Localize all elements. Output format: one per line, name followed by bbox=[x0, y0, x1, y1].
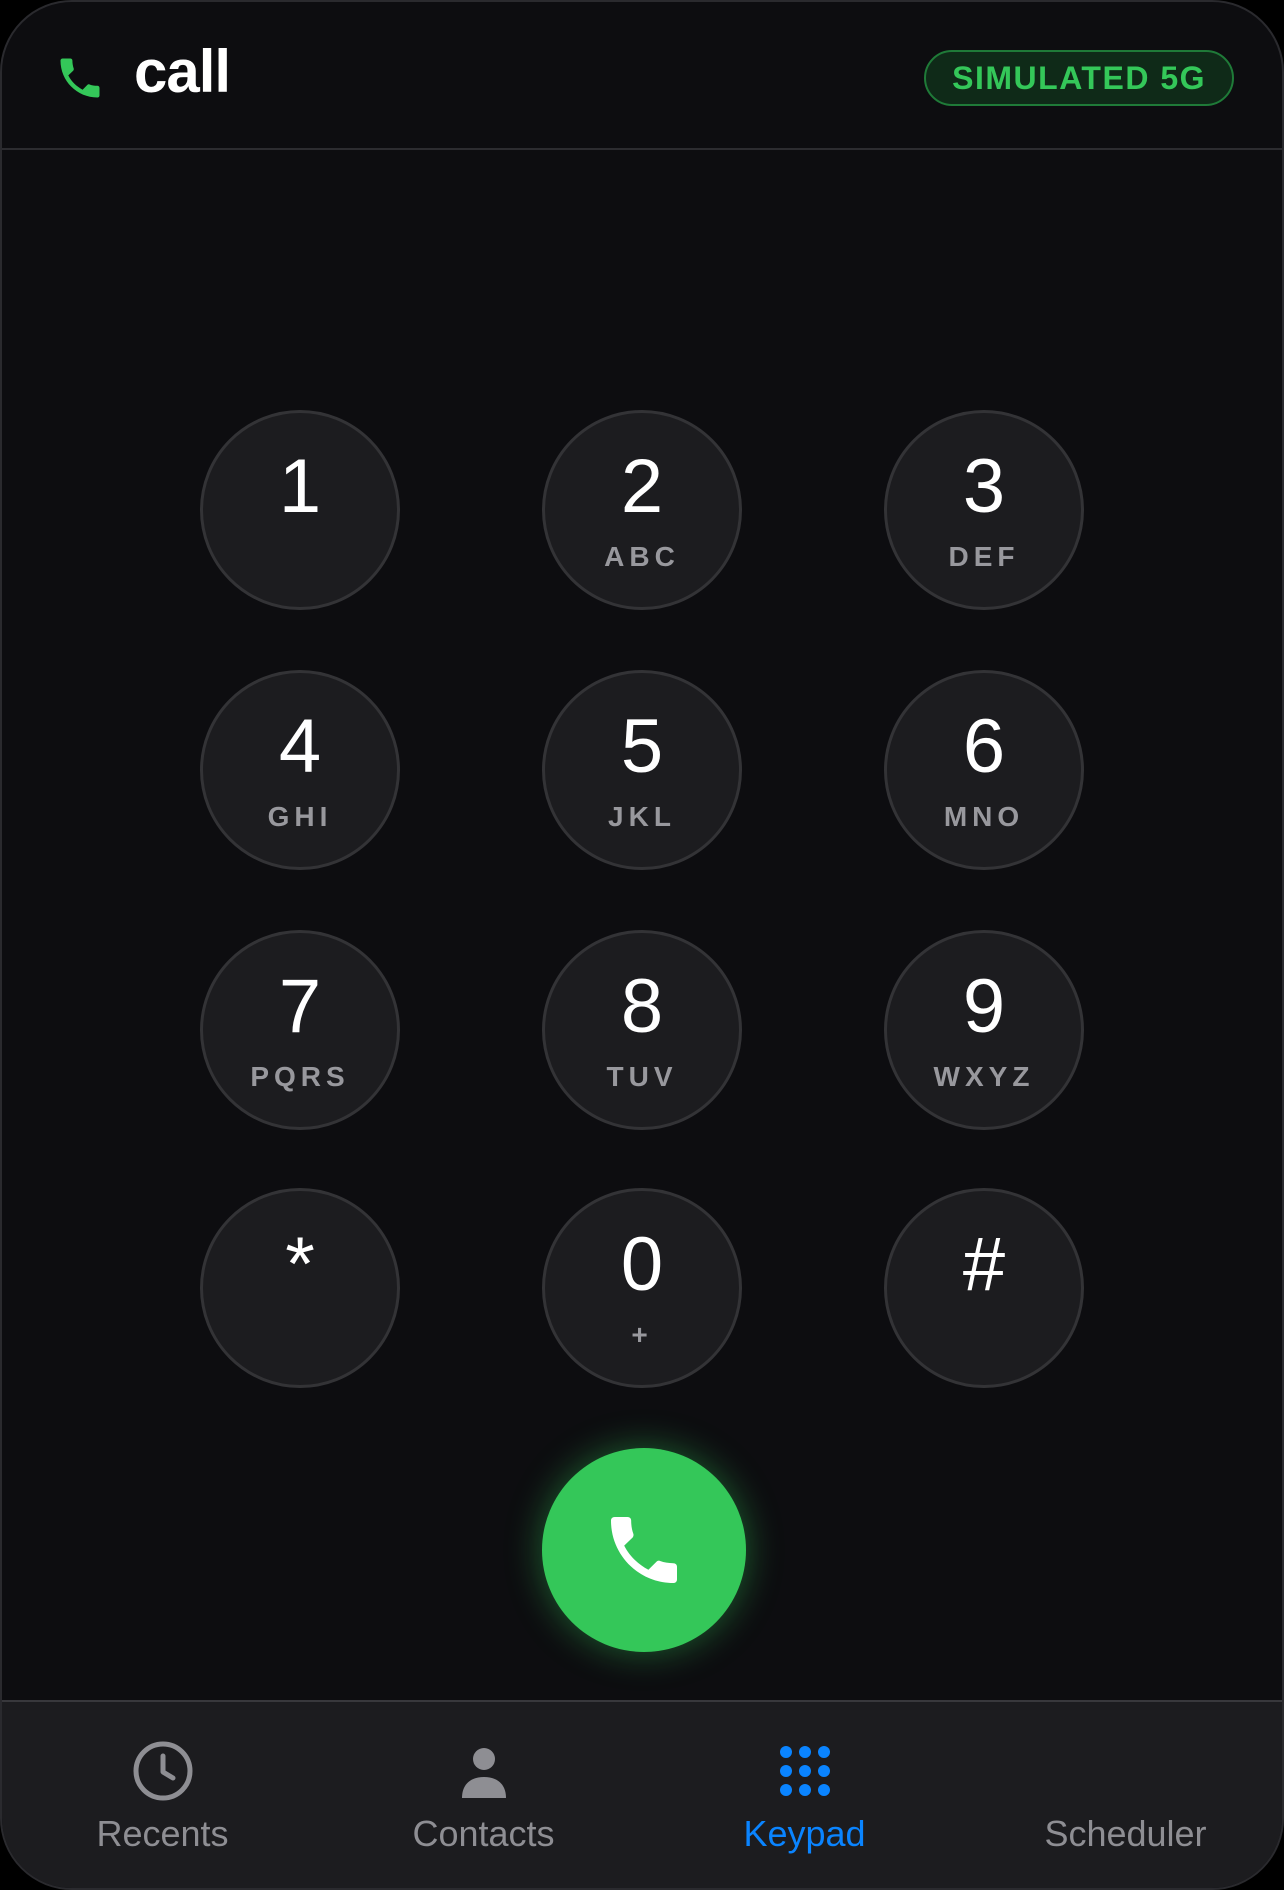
key-digit: 9 bbox=[962, 964, 1006, 1049]
key-6[interactable]: 6 MNO bbox=[884, 670, 1084, 870]
tab-label: Contacts bbox=[412, 1813, 555, 1854]
key-9[interactable]: 9 WXYZ bbox=[884, 930, 1084, 1130]
key-1[interactable]: 1 bbox=[200, 410, 400, 610]
key-letters: TUV bbox=[606, 1061, 678, 1092]
key-0[interactable]: 0 + bbox=[542, 1188, 742, 1388]
tab-keypad[interactable]: Keypad bbox=[644, 1702, 965, 1888]
tab-bar: Recents Contacts Keypad Scheduler bbox=[2, 1700, 1282, 1888]
key-5[interactable]: 5 JKL bbox=[542, 670, 742, 870]
key-digit: 2 bbox=[620, 444, 664, 529]
key-digit: 7 bbox=[278, 964, 322, 1049]
key-letters: WXYZ bbox=[933, 1061, 1035, 1092]
key-8[interactable]: 8 TUV bbox=[542, 930, 742, 1130]
key-letters: MNO bbox=[943, 801, 1025, 832]
person-icon bbox=[462, 1748, 506, 1798]
tab-recents[interactable]: Recents bbox=[2, 1702, 323, 1888]
key-7[interactable]: 7 PQRS bbox=[200, 930, 400, 1130]
tab-label: Scheduler bbox=[1044, 1813, 1207, 1854]
tab-scheduler[interactable]: Scheduler bbox=[965, 1702, 1282, 1888]
tab-label: Keypad bbox=[743, 1813, 866, 1854]
key-letters: DEF bbox=[948, 541, 1020, 572]
clock-icon bbox=[133, 1741, 193, 1801]
key-digit: 6 bbox=[962, 704, 1006, 789]
tab-contacts[interactable]: Contacts bbox=[323, 1702, 644, 1888]
key-4[interactable]: 4 GHI bbox=[200, 670, 400, 870]
key-digit: 3 bbox=[962, 444, 1006, 529]
key-digit: 4 bbox=[278, 704, 322, 789]
key-star[interactable]: * bbox=[200, 1188, 400, 1388]
key-digit: 5 bbox=[620, 704, 664, 789]
key-digit: * bbox=[285, 1222, 315, 1307]
key-2[interactable]: 2 ABC bbox=[542, 410, 742, 610]
keypad-grid-icon bbox=[780, 1746, 830, 1796]
key-letters: + bbox=[631, 1319, 653, 1350]
phone-icon bbox=[611, 1517, 677, 1583]
key-digit: 8 bbox=[620, 964, 664, 1049]
key-letters: JKL bbox=[608, 801, 676, 832]
key-hash[interactable]: # bbox=[884, 1188, 1084, 1388]
key-3[interactable]: 3 DEF bbox=[884, 410, 1084, 610]
key-letters: ABC bbox=[604, 541, 680, 572]
key-letters: PQRS bbox=[250, 1061, 350, 1092]
key-letters: GHI bbox=[267, 801, 333, 832]
key-digit: 1 bbox=[278, 444, 322, 529]
key-digit: 0 bbox=[620, 1222, 664, 1307]
key-digit: # bbox=[962, 1222, 1006, 1307]
phone-screen: call SIMULATED 5G 1 2 ABC 3 DEF 4 GHI 5 … bbox=[0, 0, 1284, 1890]
call-button[interactable] bbox=[542, 1448, 746, 1652]
tab-label: Recents bbox=[96, 1813, 229, 1854]
